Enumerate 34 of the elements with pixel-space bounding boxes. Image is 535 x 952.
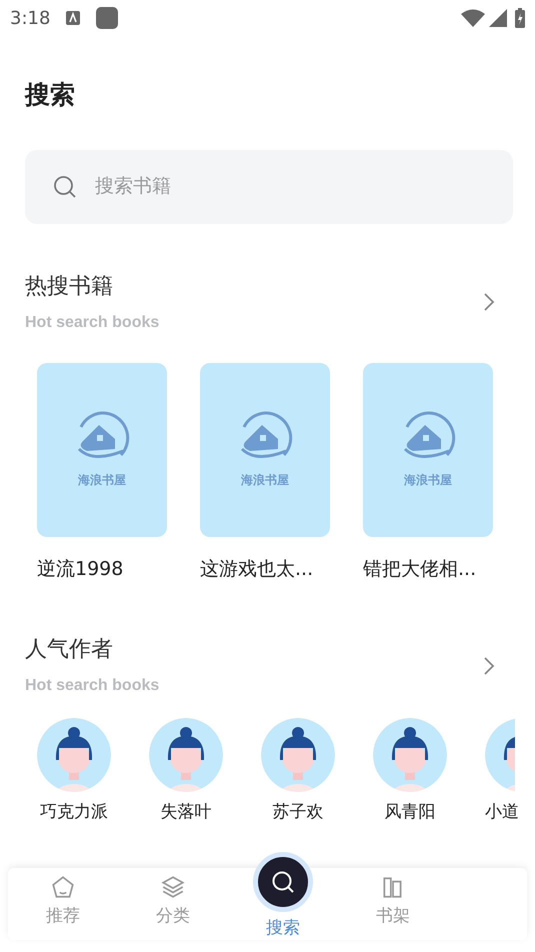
signal-icon <box>489 9 507 27</box>
cover-text: 海浪书屋 <box>78 472 126 488</box>
home-icon <box>50 874 76 900</box>
search-input[interactable]: 搜索书籍 <box>93 171 485 202</box>
battery-icon <box>515 8 525 28</box>
book-title[interactable]: 这游戏也太... <box>200 554 330 583</box>
author-name[interactable]: 巧克力派 <box>40 802 108 822</box>
chevron-right-icon[interactable] <box>483 656 495 676</box>
cover-text: 海浪书屋 <box>241 472 289 488</box>
layers-icon <box>160 874 186 900</box>
section-subtitle: Hot search books <box>25 676 160 696</box>
book-title[interactable]: 逆流1998 <box>37 554 167 583</box>
avatar[interactable] <box>149 718 223 792</box>
search-field[interactable]: 搜索书籍 <box>25 150 513 224</box>
cover-text: 海浪书屋 <box>404 472 452 488</box>
avatar[interactable] <box>261 718 335 792</box>
avatar[interactable] <box>37 718 111 792</box>
section-title: 热搜书籍 <box>25 272 114 300</box>
search-icon <box>270 869 296 895</box>
keyboard-icon <box>66 11 80 25</box>
page-title: 搜索 <box>25 79 76 111</box>
app-icon <box>96 7 118 29</box>
wifi-icon <box>461 9 485 27</box>
author-name[interactable]: 小道 <box>485 802 519 822</box>
section-subtitle: Hot search books <box>25 312 160 332</box>
author-name[interactable]: 风青阳 <box>384 802 436 822</box>
section-title: 人气作者 <box>25 636 114 664</box>
author-name[interactable]: 失落叶 <box>160 802 212 822</box>
chevron-right-icon[interactable] <box>483 292 495 312</box>
status-time: 3:18 <box>10 6 50 30</box>
search-icon <box>53 174 77 198</box>
author-name[interactable]: 苏子欢 <box>272 802 324 822</box>
book-title[interactable]: 错把大佬相... <box>363 554 493 583</box>
avatar[interactable] <box>373 718 447 792</box>
